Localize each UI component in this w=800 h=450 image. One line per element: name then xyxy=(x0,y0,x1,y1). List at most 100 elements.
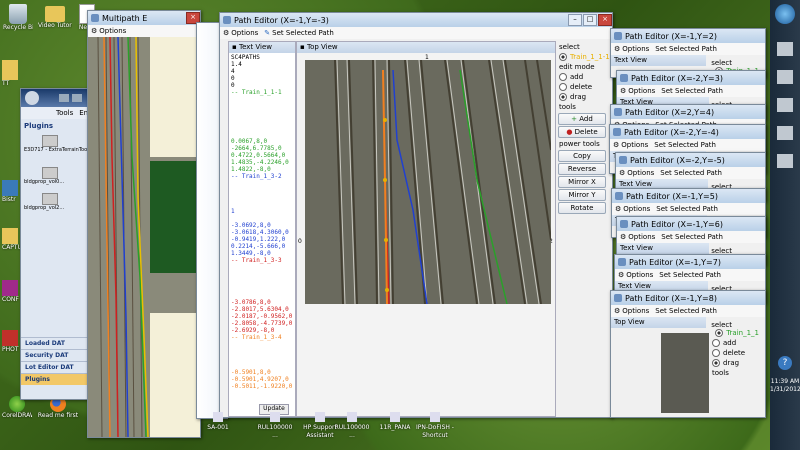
cascade-titlebar[interactable]: Path Editor (X=-2,Y=-5) xyxy=(616,153,765,167)
tray-clock[interactable]: 11:39 AM 1/31/2012 xyxy=(770,378,800,394)
mode-drag-radio[interactable]: drag xyxy=(559,93,608,101)
window-icon xyxy=(223,16,231,24)
path-editor-main-window: Path Editor (X=-1,Y=-3) – □ × ⚙ Options … xyxy=(219,12,613,418)
taskbar-item[interactable]: RUL100000 ... xyxy=(255,412,295,450)
menu-options[interactable]: Options xyxy=(628,233,655,241)
help-icon[interactable]: ? xyxy=(778,356,792,370)
menu-options[interactable]: Options xyxy=(231,29,258,37)
menu-options[interactable]: Options xyxy=(621,141,648,149)
menu-options[interactable]: Options xyxy=(622,45,649,53)
radio-dot xyxy=(559,73,567,81)
taskbar-app-icon[interactable] xyxy=(777,126,793,140)
text-line: SC4PATHS xyxy=(231,54,260,61)
menu-set-selected-path[interactable]: Set Selected Path xyxy=(655,45,717,53)
mode-radio[interactable]: drag xyxy=(712,359,759,367)
desktop-icon-recycle-bin[interactable]: Recycle Bin xyxy=(3,4,33,31)
text-line: -0.5901,4.9207,0 xyxy=(231,376,289,383)
panel-icon: ▪ xyxy=(232,43,239,51)
top-view-canvas[interactable] xyxy=(305,60,551,304)
mode-add-radio[interactable]: add xyxy=(559,73,608,81)
menu-options[interactable]: Options xyxy=(627,169,654,177)
text-line xyxy=(231,355,293,362)
multipath-canvas[interactable] xyxy=(88,37,200,437)
menu-options[interactable]: Options xyxy=(99,27,126,35)
add-button[interactable]: + Add xyxy=(558,113,606,125)
plugin-package-icon xyxy=(42,135,58,147)
menu-set-selected-path[interactable]: Set Selected Path xyxy=(661,87,723,95)
desktop-icon-tt[interactable]: TT xyxy=(2,60,26,87)
taskbar-item[interactable]: IPN-DoFISH - Shortcut xyxy=(415,412,455,450)
taskbar-app-icon[interactable] xyxy=(777,42,793,56)
mirror-x-button[interactable]: Mirror X xyxy=(558,176,606,188)
taskbar-item[interactable]: 11R_PANA xyxy=(375,412,415,450)
cascade-mode-list: add delete drag tools xyxy=(709,337,759,379)
minimize-button[interactable]: – xyxy=(568,14,582,26)
taskbar-item[interactable]: RUL100000 ... xyxy=(332,412,372,450)
text-line xyxy=(231,96,293,103)
top-view-header: ▪ Top View xyxy=(297,42,555,53)
taskbar-app-icon[interactable] xyxy=(777,98,793,112)
tab-tools[interactable]: Tools xyxy=(56,109,73,117)
text-line: -- Train_1_1-1 xyxy=(231,89,282,96)
window-icon xyxy=(614,32,622,40)
text-line xyxy=(231,117,293,124)
track-map xyxy=(305,60,551,304)
menu-options[interactable]: Options xyxy=(622,307,649,315)
text-view-title: Text View xyxy=(238,43,272,51)
menu-set-selected-path[interactable]: Set Selected Path xyxy=(659,271,721,279)
rotate-button[interactable]: Rotate xyxy=(558,202,606,214)
text-line: 0.0067,8,0 xyxy=(231,138,268,145)
text-line: -3.0786,8,0 xyxy=(231,299,271,306)
menu-options[interactable]: Options xyxy=(623,205,650,213)
menu-set-selected-path[interactable]: Set Selected Path xyxy=(660,169,722,177)
ruler-left-label: 0 xyxy=(298,238,302,245)
text-line: 1.3449,-8,0 xyxy=(231,250,271,257)
taskbar-app-icon[interactable] xyxy=(777,154,793,168)
cascade-top-view-canvas[interactable] xyxy=(661,333,709,413)
mirror-y-button[interactable]: Mirror Y xyxy=(558,189,606,201)
taskbar-app-icon[interactable] xyxy=(777,70,793,84)
text-line: -3.0692,8,0 xyxy=(231,222,271,229)
menu-set-selected-path[interactable]: Set Selected Path xyxy=(655,307,717,315)
cascade-titlebar[interactable]: Path Editor (X=-1,Y=2) xyxy=(611,29,765,43)
text-line xyxy=(231,124,293,131)
menu-set-selected-path[interactable]: Set Selected Path xyxy=(656,205,718,213)
copy-button[interactable]: Copy xyxy=(558,150,606,162)
start-button[interactable] xyxy=(775,4,795,24)
menu-set-selected-path[interactable]: Set Selected Path xyxy=(654,141,716,149)
cascade-titlebar[interactable]: Path Editor (X=2,Y=4) xyxy=(611,105,765,119)
cascade-titlebar[interactable]: Path Editor (X=-1,Y=6) xyxy=(617,217,765,231)
shortcut-icon xyxy=(213,412,223,422)
mode-radio[interactable]: add xyxy=(712,339,759,347)
path-select-radio[interactable]: Train_1_1-1 xyxy=(559,53,610,61)
menu-set-selected-path[interactable]: Set Selected Path xyxy=(661,233,723,241)
reverse-button[interactable]: Reverse xyxy=(558,163,606,175)
cascade-titlebar[interactable]: Path Editor (X=-1,Y=8) xyxy=(611,291,765,305)
window-title: Path Editor (X=-1,Y=7) xyxy=(629,257,721,267)
text-line xyxy=(231,110,293,117)
desktop-icon-label: TT xyxy=(2,80,10,87)
gear-icon: ⚙ xyxy=(615,205,622,213)
cascade-titlebar[interactable]: Path Editor (X=-2,Y=-4) xyxy=(610,125,765,139)
cascade-titlebar[interactable]: Path Editor (X=-1,Y=5) xyxy=(612,189,765,203)
text-line: 0.4722,0.5664,0 xyxy=(231,152,286,159)
path-text-editor[interactable]: SC4PATHS 1.4 4 0 0 -- Train_1_1-1 0.0067,8,0 -2… xyxy=(229,53,295,405)
mode-radio[interactable]: delete xyxy=(712,349,759,357)
radio-dot xyxy=(712,349,720,357)
menu-options[interactable]: Options xyxy=(626,271,653,279)
cascade-titlebar[interactable]: Path Editor (X=-2,Y=3) xyxy=(617,71,765,85)
mode-delete-radio[interactable]: delete xyxy=(559,83,608,91)
desktop-icon-video-tutorials[interactable]: Video Tutorials xyxy=(38,4,72,29)
tools-label: tools xyxy=(712,369,729,377)
maximize-button[interactable]: □ xyxy=(583,14,597,26)
menu-options[interactable]: Options xyxy=(628,87,655,95)
path-select-radio[interactable]: Train_1_1 xyxy=(715,329,759,337)
text-line: 1.4822,-8,0 xyxy=(231,166,271,173)
text-line xyxy=(231,194,293,201)
taskbar-item[interactable]: SA-001 xyxy=(198,412,238,450)
edit-mode-label: edit mode xyxy=(559,63,595,71)
close-button[interactable]: × xyxy=(598,14,612,26)
delete-button[interactable]: ● Delete xyxy=(558,126,606,138)
cascade-titlebar[interactable]: Path Editor (X=-1,Y=7) xyxy=(615,255,765,269)
menu-set-selected-path[interactable]: Set Selected Path xyxy=(272,29,334,37)
